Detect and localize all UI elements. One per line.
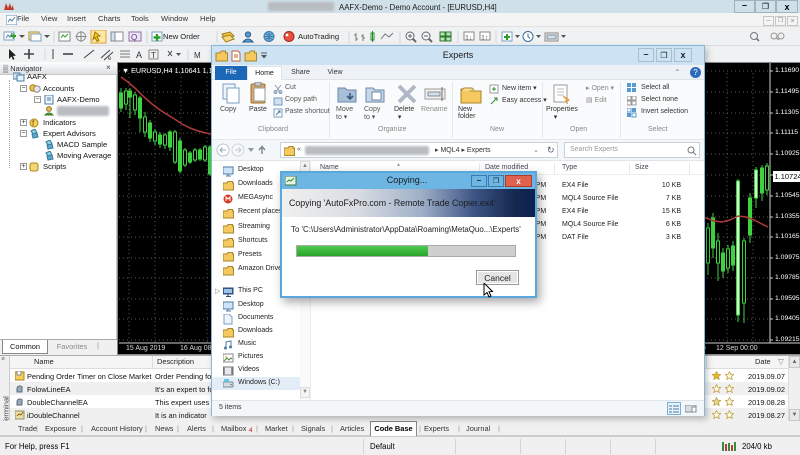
- svg-text:1↓: 1↓: [465, 35, 472, 42]
- svg-text:A: A: [136, 50, 142, 60]
- svg-text:M: M: [194, 51, 201, 60]
- svg-text:Q: Q: [131, 33, 137, 42]
- svg-text:T: T: [151, 51, 156, 60]
- svg-text:1↑: 1↑: [481, 35, 488, 42]
